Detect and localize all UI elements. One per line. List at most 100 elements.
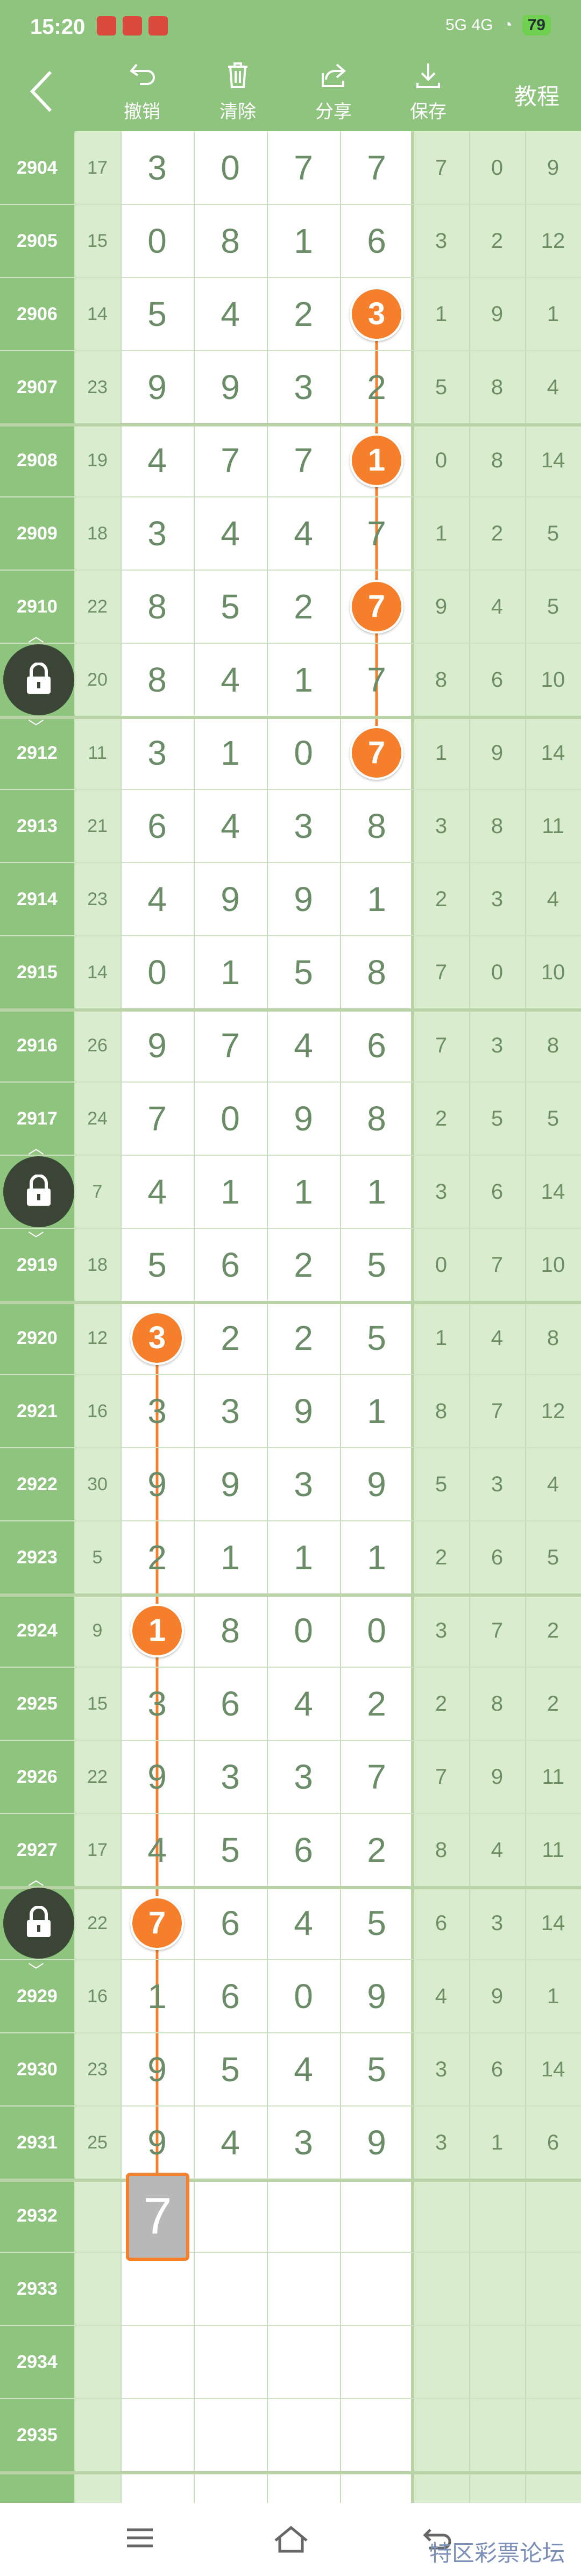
digit-cell[interactable]: 2 (267, 1301, 340, 1375)
digit-cell[interactable]: 5 (194, 2033, 267, 2106)
digit-cell[interactable] (340, 2399, 413, 2472)
digit-cell[interactable]: 1 (340, 863, 413, 936)
digit-cell[interactable]: 0 (267, 1960, 340, 2033)
digit-cell[interactable]: 0 (121, 936, 194, 1009)
highlight-circle[interactable]: 1 (350, 433, 403, 487)
digit-cell[interactable]: 9 (121, 2033, 194, 2106)
digit-cell[interactable]: 6 (340, 1009, 413, 1082)
digit-cell[interactable]: 8 (194, 1594, 267, 1667)
share-button[interactable]: 分享 (301, 59, 366, 123)
digit-cell[interactable]: 4 (121, 1813, 194, 1887)
digit-cell[interactable]: 7 (121, 1082, 194, 1155)
digit-cell[interactable]: 2 (121, 1521, 194, 1594)
digit-cell[interactable] (121, 2399, 194, 2472)
digit-cell[interactable]: 4 (267, 2033, 340, 2106)
digit-cell[interactable]: 2 (267, 570, 340, 643)
digit-cell[interactable]: 1 (194, 1521, 267, 1594)
digit-cell[interactable]: 7 (194, 424, 267, 497)
digit-cell[interactable]: 9 (340, 1448, 413, 1521)
digit-cell[interactable]: 1 (194, 716, 267, 789)
chevron-up-icon[interactable]: ︿ (28, 623, 44, 646)
digit-cell[interactable]: 9 (267, 1375, 340, 1448)
digit-cell[interactable]: 7 (267, 131, 340, 204)
undo-button[interactable]: 撤销 (110, 59, 174, 123)
highlight-circle[interactable]: 7 (350, 580, 403, 634)
highlight-circle[interactable]: 7 (130, 1896, 184, 1950)
digit-cell[interactable]: 1 (267, 1521, 340, 1594)
digit-cell[interactable]: 5 (340, 1228, 413, 1301)
digit-cell[interactable]: 4 (267, 1009, 340, 1082)
digit-cell[interactable]: 1 (340, 1521, 413, 1594)
digit-cell[interactable] (340, 2179, 413, 2252)
digit-cell[interactable] (194, 2399, 267, 2472)
digit-cell[interactable] (267, 2252, 340, 2325)
digit-cell[interactable]: 5 (121, 1228, 194, 1301)
digit-cell[interactable]: 3 (194, 1375, 267, 1448)
digit-cell[interactable]: 4 (194, 497, 267, 570)
digit-cell[interactable]: 9 (340, 1960, 413, 2033)
digit-cell[interactable]: 4 (121, 1155, 194, 1228)
digit-cell[interactable]: 3 (121, 497, 194, 570)
lock-button[interactable] (3, 644, 74, 715)
digit-cell[interactable]: 6 (340, 204, 413, 277)
digit-cell[interactable]: 7 (340, 1740, 413, 1813)
lock-button[interactable] (3, 1888, 74, 1959)
back-button[interactable] (22, 69, 65, 112)
digit-cell[interactable]: 4 (194, 643, 267, 716)
digit-cell[interactable] (340, 2325, 413, 2399)
chevron-down-icon[interactable]: ﹀ (28, 1958, 44, 1981)
digit-cell[interactable]: 9 (121, 351, 194, 424)
digit-cell[interactable]: 5 (340, 1301, 413, 1375)
digit-cell[interactable]: 8 (194, 204, 267, 277)
digit-cell[interactable]: 5 (194, 570, 267, 643)
digit-cell[interactable]: 1 (194, 936, 267, 1009)
input-cursor-cell[interactable]: 7 (126, 2173, 189, 2261)
digit-cell[interactable]: 3 (121, 131, 194, 204)
digit-cell[interactable]: 4 (267, 1887, 340, 1960)
digit-cell[interactable] (194, 2179, 267, 2252)
digit-cell[interactable]: 9 (194, 1448, 267, 1521)
highlight-circle[interactable]: 3 (130, 1311, 184, 1365)
digit-cell[interactable]: 2 (194, 1301, 267, 1375)
digit-cell[interactable]: 6 (194, 1960, 267, 2033)
digit-cell[interactable]: 5 (194, 1813, 267, 1887)
digit-cell[interactable]: 0 (267, 1594, 340, 1667)
digit-cell[interactable] (340, 2252, 413, 2325)
clear-button[interactable]: 清除 (206, 59, 270, 123)
digit-cell[interactable]: 3 (267, 1740, 340, 1813)
digit-cell[interactable]: 4 (194, 277, 267, 351)
digit-cell[interactable]: 9 (121, 1009, 194, 1082)
digit-cell[interactable]: 1 (340, 1155, 413, 1228)
digit-cell[interactable]: 1 (267, 204, 340, 277)
digit-cell[interactable]: 7 (340, 497, 413, 570)
digit-cell[interactable]: 5 (340, 1887, 413, 1960)
digit-cell[interactable]: 8 (121, 643, 194, 716)
digit-cell[interactable]: 3 (267, 789, 340, 863)
chevron-up-icon[interactable]: ︿ (28, 1135, 44, 1158)
digit-cell[interactable] (267, 2399, 340, 2472)
digit-cell[interactable]: 9 (121, 1448, 194, 1521)
digit-cell[interactable]: 1 (267, 1155, 340, 1228)
digit-cell[interactable]: 1 (121, 1960, 194, 2033)
digit-cell[interactable]: 4 (267, 1667, 340, 1740)
digit-cell[interactable] (267, 2325, 340, 2399)
digit-cell[interactable]: 3 (267, 2106, 340, 2179)
digit-cell[interactable] (194, 2252, 267, 2325)
digit-cell[interactable]: 9 (267, 1082, 340, 1155)
digit-cell[interactable]: 2 (340, 1813, 413, 1887)
digit-cell[interactable]: 4 (267, 497, 340, 570)
chevron-down-icon[interactable]: ﹀ (28, 714, 44, 738)
menu-icon[interactable] (124, 2524, 167, 2557)
digit-cell[interactable]: 9 (267, 863, 340, 936)
digit-cell[interactable]: 2 (340, 1667, 413, 1740)
digit-cell[interactable]: 6 (194, 1667, 267, 1740)
digit-cell[interactable]: 3 (267, 1448, 340, 1521)
digit-cell[interactable]: 0 (340, 1594, 413, 1667)
digit-cell[interactable]: 8 (340, 789, 413, 863)
digit-cell[interactable]: 3 (194, 1740, 267, 1813)
chevron-up-icon[interactable]: ︿ (28, 1866, 44, 1890)
digit-cell[interactable]: 6 (267, 1813, 340, 1887)
digit-cell[interactable]: 7 (340, 643, 413, 716)
digit-cell[interactable]: 8 (340, 1082, 413, 1155)
digit-cell[interactable]: 3 (121, 1667, 194, 1740)
